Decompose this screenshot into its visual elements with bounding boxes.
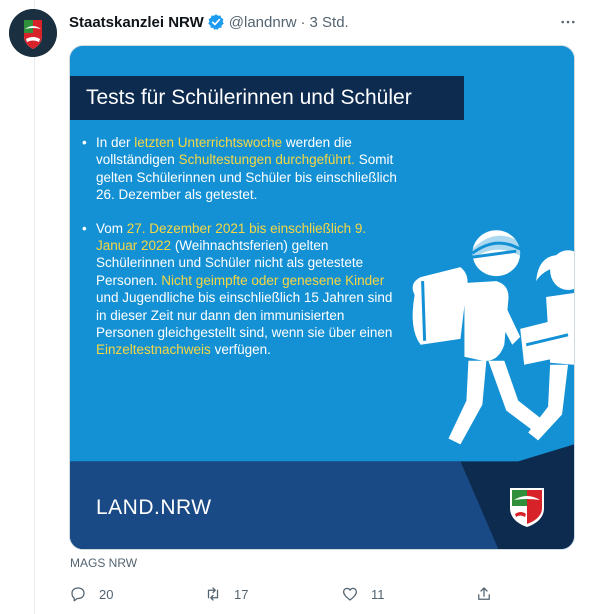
media-credit: MAGS NRW bbox=[70, 556, 138, 570]
verified-badge-icon bbox=[208, 14, 224, 30]
retweet-count: 17 bbox=[234, 586, 249, 602]
highlight-text: Schultestungen durchgeführt. bbox=[178, 152, 355, 168]
heart-icon bbox=[342, 587, 358, 601]
tweet-header: Staatskanzlei NRW @landnrw · 3 Std. bbox=[69, 12, 349, 32]
avatar[interactable] bbox=[9, 9, 57, 57]
author-name[interactable]: Staatskanzlei NRW bbox=[69, 14, 204, 31]
graphic-title: Tests für Schülerinnen und Schüler bbox=[70, 76, 464, 120]
author-handle[interactable]: @landnrw bbox=[229, 14, 297, 31]
brand-label: LAND.NRW bbox=[96, 496, 212, 519]
bullet-text: und Jugendliche bis einschließlich 15 Ja… bbox=[96, 290, 393, 341]
info-list: In der letzten Unterrichtswoche werden d… bbox=[82, 134, 398, 375]
more-options-button[interactable] bbox=[556, 10, 580, 34]
bullet-text: Vom bbox=[96, 220, 127, 236]
nrw-crest-icon bbox=[9, 9, 57, 57]
highlight-text: Einzeltestnachweis bbox=[96, 342, 211, 358]
more-horizontal-icon bbox=[561, 20, 575, 24]
like-count: 11 bbox=[371, 586, 385, 602]
like-button[interactable]: 11 bbox=[341, 583, 385, 605]
retweet-button[interactable]: 17 bbox=[204, 583, 248, 605]
reply-count: 20 bbox=[99, 586, 114, 602]
reply-button[interactable]: 20 bbox=[69, 583, 113, 605]
highlight-text: Nicht geimpfte oder genesene Kinder bbox=[161, 272, 385, 288]
nrw-crest-icon bbox=[510, 488, 544, 527]
share-icon bbox=[478, 587, 490, 600]
bullet-text: verfügen. bbox=[210, 342, 271, 358]
retweet-icon bbox=[207, 587, 219, 601]
separator-dot: · bbox=[300, 13, 306, 31]
reply-icon bbox=[71, 587, 85, 602]
info-bullet-1: In der letzten Unterrichtswoche werden d… bbox=[82, 134, 398, 204]
tweet-image[interactable]: Tests für Schülerinnen und Schüler In de… bbox=[69, 45, 575, 550]
share-button[interactable] bbox=[475, 583, 505, 605]
tweet-actions: 20 17 11 bbox=[69, 583, 579, 605]
thread-line bbox=[34, 0, 35, 614]
timestamp[interactable]: 3 Std. bbox=[310, 14, 349, 31]
info-bullet-2: Vom 27. Dezember 2021 bis einschließlich… bbox=[82, 220, 398, 359]
highlight-text: letzten Unterrichtswoche bbox=[134, 135, 283, 150]
bullet-text: In der bbox=[96, 135, 135, 150]
